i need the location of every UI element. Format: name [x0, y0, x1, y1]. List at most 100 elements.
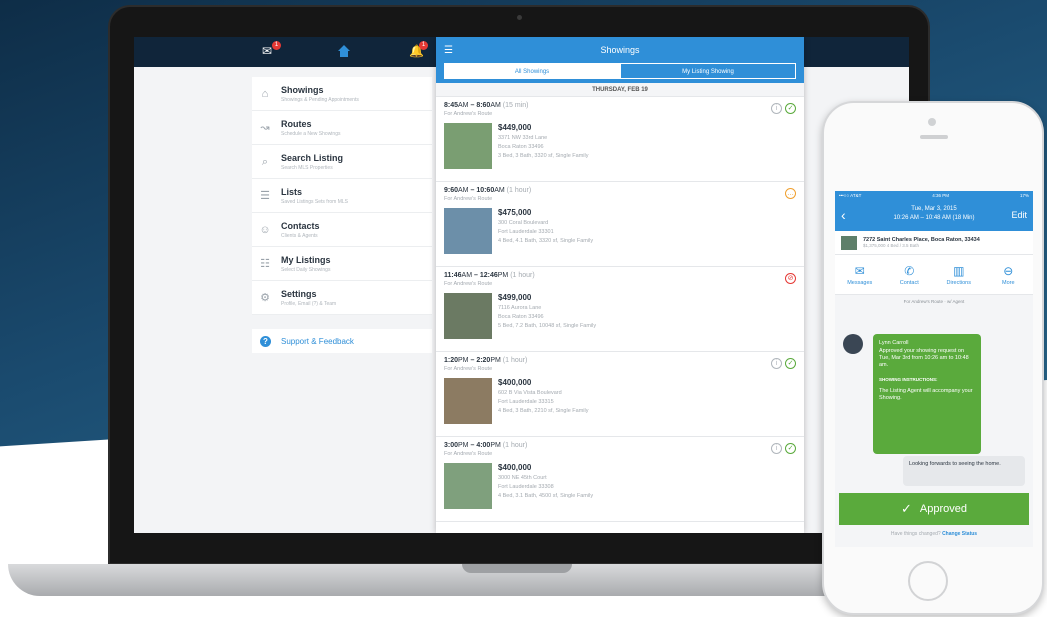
showing-card[interactable]: 1:20PM – 2:20PM (1 hour) For Andrew's Rou… [436, 352, 804, 437]
phone: •••○○ AT&T 4:36 PM 17% ‹ Tue, Mar 3, 201… [822, 101, 1044, 615]
property-photo [444, 123, 492, 169]
action-bar: ✉ Messages ✆ Contact ▥ Directions ⊖ More [835, 255, 1033, 295]
support-label: Support & Feedback [281, 336, 354, 346]
reply-message: Looking forwards to seeing the home. [903, 456, 1025, 486]
approved-button[interactable]: ✓ Approved [839, 493, 1029, 525]
showing-card[interactable]: 11:46AM – 12:46PM (1 hour) For Andrew's R… [436, 267, 804, 352]
laptop-screen: ✉ 1 🔔 1 ⌂ Showings Showings & Pending Appo… [134, 37, 909, 533]
nav-date: Tue, Mar 3, 2015 [911, 206, 957, 212]
more-icon: ⊖ [1003, 263, 1014, 278]
action-label: Directions [946, 279, 971, 286]
property-photo [444, 293, 492, 339]
menu-item-my-listings[interactable]: ☷ My Listings Select Daily Showings [252, 247, 432, 281]
contact-icon: ☺ [259, 223, 271, 236]
laptop-camera [517, 15, 522, 20]
status-indicator: … [785, 188, 796, 199]
home-icon[interactable] [337, 44, 353, 58]
listing-price: $499,000 [498, 293, 532, 302]
menu-item-title: Contacts [281, 220, 320, 231]
property-thumbnail [841, 235, 857, 250]
home-button[interactable] [908, 561, 948, 601]
listing-price: $449,000 [498, 123, 532, 132]
property-summary[interactable]: 7272 Saint Charles Place, Boca Raton, 33… [835, 231, 1033, 255]
showing-time: 8:45AM – 8:60AM (15 min) [444, 102, 529, 109]
tab-my-listing-showing[interactable]: My Listing Showing [620, 63, 796, 79]
search-icon: ⌕ [261, 155, 269, 168]
support-feedback-link[interactable]: ? Support & Feedback [252, 329, 432, 353]
phone-status-bar: •••○○ AT&T 4:36 PM 17% [835, 191, 1033, 201]
menu-item-showings[interactable]: ⌂ Showings Showings & Pending Appointments [252, 77, 432, 111]
nav-title: Tue, Mar 3, 2015 10:26 AM – 10:48 AM (18… [865, 205, 1003, 223]
menu-item-subtitle: Clients & Agents [281, 232, 318, 239]
menu-item-settings[interactable]: ⚙ Settings Profile, Email (?) & Team [252, 281, 432, 315]
bell-icon[interactable]: 🔔 1 [409, 41, 428, 58]
phone-camera [928, 118, 936, 126]
tab-all-showings[interactable]: All Showings [444, 63, 620, 79]
more-button[interactable]: ⊖ More [984, 255, 1034, 294]
list-icon: ☰ [260, 189, 270, 202]
action-label: Contact [899, 279, 919, 286]
menu-item-lists[interactable]: ☰ Lists Saved Listings Sets from MLS [252, 179, 432, 213]
info-icon[interactable]: i [771, 103, 782, 114]
battery-level: 17% [1019, 193, 1029, 198]
listings-icon: ☷ [260, 257, 270, 270]
menu-item-contacts[interactable]: ☺ Contacts Clients & Agents [252, 213, 432, 247]
messages-button[interactable]: ✉ Messages [835, 255, 885, 294]
phone-icon: ✆ [904, 263, 915, 278]
house-icon: ⌂ [261, 87, 269, 100]
check-icon: ✓ [901, 501, 912, 516]
showing-card[interactable]: 3:00PM – 4:00PM (1 hour) For Andrew's Rou… [436, 437, 804, 522]
action-label: Messages [847, 279, 873, 286]
showing-time: 11:46AM – 12:46PM (1 hour) [444, 272, 535, 279]
approved-icon[interactable]: ✓ [785, 103, 796, 114]
address-line-1: 3371 NW 33rd Lane [498, 135, 548, 141]
info-icon[interactable]: i [771, 358, 782, 369]
showing-route: For Andrew's Route [444, 451, 493, 457]
laptop: ✉ 1 🔔 1 ⌂ Showings Showings & Pending Appo… [108, 5, 930, 565]
address-line-2: Boca Raton 33496 [498, 314, 544, 320]
menu-item-routes[interactable]: ↝ Routes Schedule a New Showings [252, 111, 432, 145]
showing-card[interactable]: 9:60AM – 10:60AM (1 hour) For Andrew's Ro… [436, 182, 804, 267]
laptop-notch [462, 564, 572, 573]
menu-item-search-listing[interactable]: ⌕ Search Listing Search MLS Properties [252, 145, 432, 179]
showing-route: For Andrew's Route [444, 281, 493, 287]
panel-title: Showings [600, 45, 640, 55]
showing-time: 1:20PM – 2:20PM (1 hour) [444, 357, 528, 364]
status-time: 4:36 PM [932, 193, 950, 198]
property-photo [444, 208, 492, 254]
menu-item-subtitle: Schedule a New Showings [281, 130, 341, 137]
pending-icon[interactable]: … [785, 188, 796, 199]
declined-icon[interactable]: ⊘ [785, 273, 796, 284]
help-icon: ? [260, 335, 271, 347]
menu-item-subtitle: Saved Listings Sets from MLS [281, 198, 348, 205]
contact-button[interactable]: ✆ Contact [885, 255, 935, 294]
address-line-1: 7116 Aurora Lane [498, 305, 542, 311]
main-menu: ⌂ Showings Showings & Pending Appointments… [252, 77, 432, 315]
carrier-signal: •••○○ AT&T [839, 193, 862, 198]
showing-card[interactable]: 8:45AM – 8:60AM (15 min) For Andrew's Rou… [436, 97, 804, 182]
route-icon: ↝ [260, 121, 270, 134]
showing-time: 9:60AM – 10:60AM (1 hour) [444, 187, 532, 194]
mail-icon[interactable]: ✉ 1 [262, 41, 281, 58]
phone-screen: •••○○ AT&T 4:36 PM 17% ‹ Tue, Mar 3, 201… [835, 191, 1033, 547]
directions-button[interactable]: ▥ Directions [934, 255, 984, 294]
menu-item-title: Lists [281, 186, 303, 197]
showings-list: 8:45AM – 8:60AM (15 min) For Andrew's Rou… [436, 97, 804, 522]
showing-route: For Andrew's Route [444, 366, 493, 372]
edit-button[interactable]: Edit [1011, 210, 1027, 220]
action-label: More [1001, 279, 1015, 286]
change-status-link[interactable]: Change Status [942, 531, 977, 537]
app-top-bar: ✉ 1 🔔 1 [134, 37, 439, 67]
address-line-2: Fort Lauderdale 33315 [498, 399, 554, 405]
status-indicator: i ✓ [771, 443, 796, 454]
approved-icon[interactable]: ✓ [785, 358, 796, 369]
address-line-1: 3000 NE 45th Court [498, 475, 547, 481]
address-line-2: Boca Raton 33496 [498, 144, 544, 150]
back-icon[interactable]: ‹ [841, 207, 846, 223]
change-status-row: Have things changed? Change Status [835, 531, 1033, 537]
phone-nav-bar: ‹ Tue, Mar 3, 2015 10:26 AM – 10:48 AM (… [835, 201, 1033, 231]
route-note: For Andrew's Route · w/ Agent [903, 299, 965, 304]
approved-icon[interactable]: ✓ [785, 443, 796, 454]
info-icon[interactable]: i [771, 443, 782, 454]
segmented-control: All Showings My Listing Showing [436, 63, 804, 83]
